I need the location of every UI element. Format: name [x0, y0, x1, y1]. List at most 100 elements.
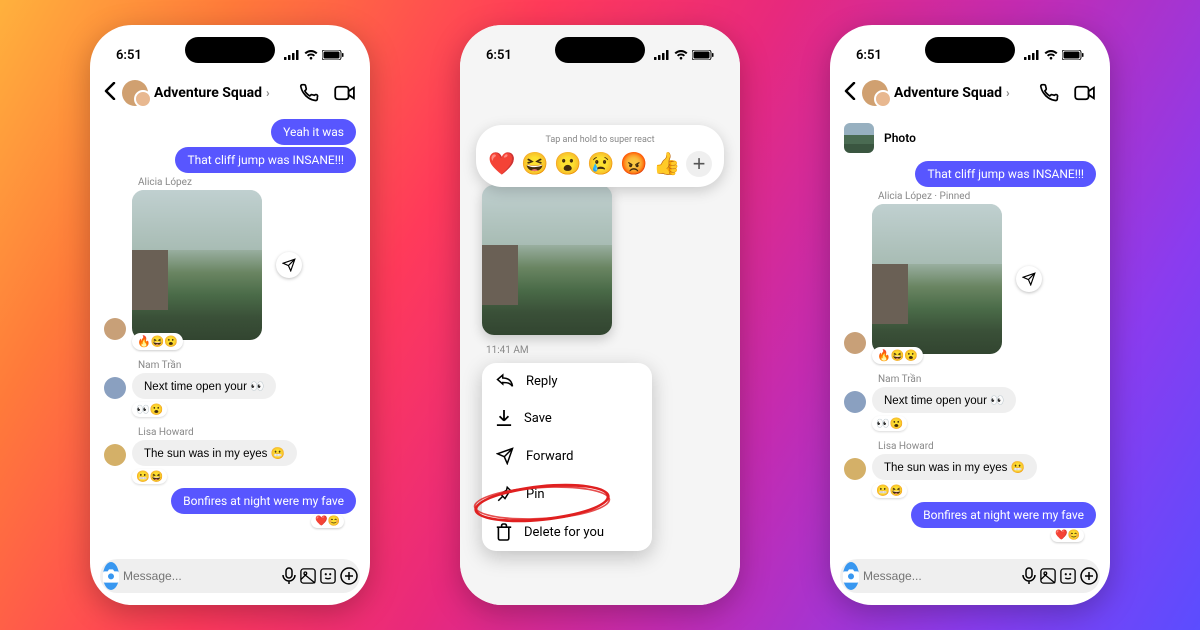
react-angry[interactable]: 😡 [620, 151, 647, 177]
received-message[interactable]: The sun was in my eyes 😬 [844, 454, 1096, 480]
reaction-badge[interactable]: 🔥😆😮 [872, 347, 923, 364]
avatar[interactable] [104, 318, 126, 340]
avatar[interactable] [844, 332, 866, 354]
battery-icon [1062, 50, 1084, 60]
sticker-icon[interactable] [1060, 566, 1076, 586]
sent-message[interactable]: That cliff jump was INSANE!!! [175, 147, 356, 173]
reaction-badge[interactable]: 😬😆 [872, 483, 907, 498]
reaction-picker: Tap and hold to super react ❤️ 😆 😮 😢 😡 👍… [476, 125, 724, 187]
received-message[interactable]: The sun was in my eyes 😬 [104, 440, 356, 466]
message-input[interactable] [123, 569, 278, 583]
chat-title[interactable]: Adventure Squad › [894, 85, 1024, 101]
received-message-photo[interactable]: 🔥😆😮 [104, 190, 356, 340]
avatar[interactable] [844, 458, 866, 480]
react-thumbsup[interactable]: 👍 [653, 151, 680, 177]
gallery-icon[interactable] [300, 566, 316, 586]
sender-label: Alicia López · Pinned [878, 191, 1096, 202]
group-avatar[interactable] [862, 80, 888, 106]
menu-item-forward[interactable]: Forward [482, 437, 652, 475]
trash-icon [496, 523, 512, 541]
react-heart[interactable]: ❤️ [488, 151, 515, 177]
sent-message[interactable]: Yeah it was [271, 119, 356, 145]
back-icon[interactable] [844, 81, 856, 105]
chat-title[interactable]: Adventure Squad › [154, 85, 284, 101]
received-message[interactable]: Next time open your 👀 [104, 373, 356, 399]
avatar[interactable] [104, 377, 126, 399]
avatar[interactable] [844, 391, 866, 413]
add-icon[interactable] [340, 566, 358, 586]
phone-context-menu: 6:51 Tap and hold to super react ❤️ 😆 😮 … [460, 25, 740, 605]
sent-message[interactable]: Bonfires at night were my fave ❤️😊 [171, 488, 356, 528]
share-icon[interactable] [1016, 266, 1042, 292]
reaction-badge[interactable]: ❤️😊 [311, 515, 344, 528]
signal-icon [284, 50, 300, 60]
battery-icon [692, 50, 714, 60]
status-time: 6:51 [116, 48, 142, 63]
share-icon[interactable] [276, 252, 302, 278]
photo-attachment[interactable] [872, 204, 1002, 354]
menu-item-pin[interactable]: Pin [482, 475, 652, 513]
react-more-icon[interactable]: + [686, 151, 712, 177]
camera-icon[interactable] [103, 562, 119, 590]
reaction-badge[interactable]: 😬😆 [132, 469, 167, 484]
status-time: 6:51 [486, 48, 512, 63]
message-list[interactable]: Photo That cliff jump was INSANE!!! Alic… [830, 117, 1110, 555]
message-list[interactable]: Yeah it was That cliff jump was INSANE!!… [90, 117, 370, 555]
camera-icon[interactable] [843, 562, 859, 590]
message-input[interactable] [863, 569, 1018, 583]
chevron-right-icon: › [1006, 86, 1010, 100]
sent-message[interactable]: Bonfires at night were my fave ❤️😊 [911, 502, 1096, 542]
phone-chat-after-pin: 6:51 Adventure Squad › Photo That cliff … [830, 25, 1110, 605]
signal-icon [1024, 50, 1040, 60]
back-icon[interactable] [104, 81, 116, 105]
notch [555, 37, 645, 63]
composer [100, 559, 360, 593]
video-icon[interactable] [334, 82, 356, 104]
react-wow[interactable]: 😮 [554, 151, 581, 177]
received-message[interactable]: Next time open your 👀 [844, 387, 1096, 413]
call-icon[interactable] [1038, 82, 1060, 104]
message-timestamp: 11:41 AM [486, 345, 529, 356]
status-indicators [654, 50, 714, 60]
chevron-right-icon: › [266, 86, 270, 100]
reply-icon [496, 373, 514, 389]
notch [185, 37, 275, 63]
avatar[interactable] [104, 444, 126, 466]
group-avatar[interactable] [122, 80, 148, 106]
menu-item-delete[interactable]: Delete for you [482, 513, 652, 551]
selected-photo [482, 185, 612, 335]
mic-icon[interactable] [1022, 566, 1036, 586]
reaction-badge[interactable]: 👀😮 [872, 416, 907, 431]
reaction-hint: Tap and hold to super react [484, 135, 716, 145]
sent-message[interactable]: That cliff jump was INSANE!!! [915, 161, 1096, 187]
context-menu: Reply Save Forward Pin Delete for you [482, 363, 652, 551]
status-time: 6:51 [856, 48, 882, 63]
forward-icon [496, 447, 514, 465]
battery-icon [322, 50, 344, 60]
reaction-badge[interactable]: ❤️😊 [1051, 529, 1084, 542]
signal-icon [654, 50, 670, 60]
pinned-label: Photo [884, 131, 916, 145]
notch [925, 37, 1015, 63]
reaction-badge[interactable]: 👀😮 [132, 402, 167, 417]
wifi-icon [674, 50, 688, 60]
wifi-icon [304, 50, 318, 60]
mic-icon[interactable] [282, 566, 296, 586]
sticker-icon[interactable] [320, 566, 336, 586]
video-icon[interactable] [1074, 82, 1096, 104]
add-icon[interactable] [1080, 566, 1098, 586]
photo-attachment[interactable] [132, 190, 262, 340]
reaction-badge[interactable]: 🔥😆😮 [132, 333, 183, 350]
react-sad[interactable]: 😢 [587, 151, 614, 177]
save-icon [496, 409, 512, 427]
sender-label: Lisa Howard [138, 427, 356, 438]
received-message-photo[interactable]: 🔥😆😮 [844, 204, 1096, 354]
phone-chat-before: 6:51 Adventure Squad › Yeah it was That … [90, 25, 370, 605]
gallery-icon[interactable] [1040, 566, 1056, 586]
sender-label: Alicia López [138, 177, 356, 188]
react-laugh[interactable]: 😆 [521, 151, 548, 177]
menu-item-reply[interactable]: Reply [482, 363, 652, 399]
call-icon[interactable] [298, 82, 320, 104]
menu-item-save[interactable]: Save [482, 399, 652, 437]
pinned-banner[interactable]: Photo [844, 119, 1096, 161]
